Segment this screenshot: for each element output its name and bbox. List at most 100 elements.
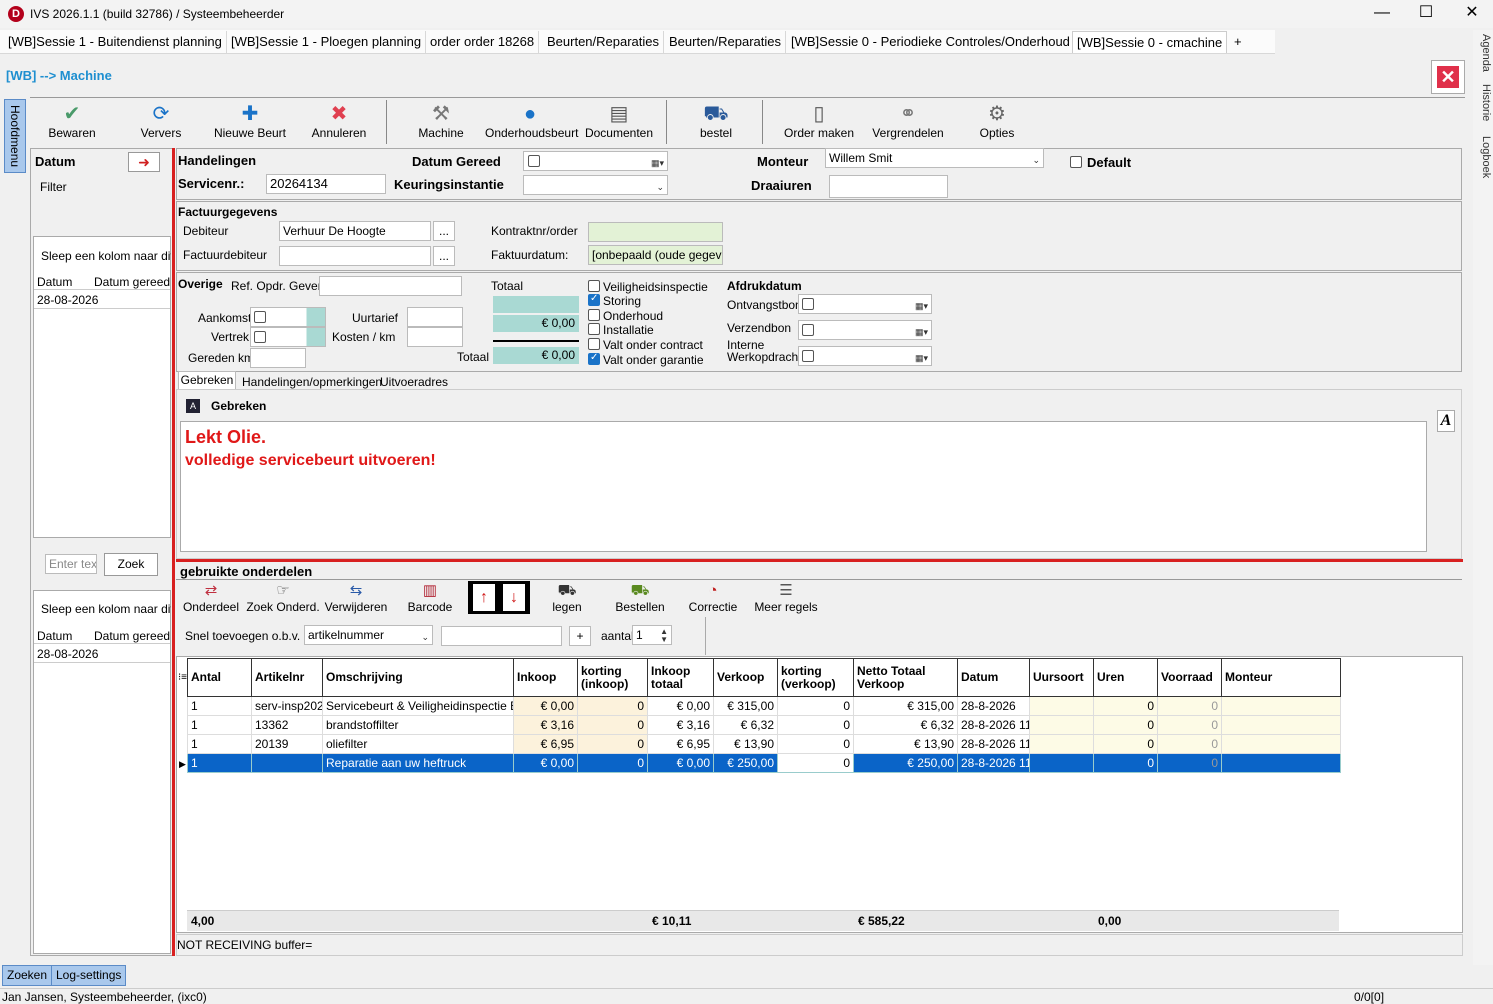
ref-opdr-gever-field[interactable]	[319, 276, 462, 296]
quick-add-plus-button[interactable]: +	[569, 626, 591, 646]
opties-button[interactable]: ⚙ Opties	[952, 102, 1042, 140]
col-verkoop[interactable]: Verkoop	[713, 658, 778, 697]
table-cell[interactable]: € 0,00	[647, 696, 714, 716]
table-cell[interactable]	[1221, 734, 1341, 754]
table-cell[interactable]: 13362	[251, 715, 323, 735]
table-cell[interactable]	[1221, 753, 1341, 773]
table-cell[interactable]: brandstoffilter	[322, 715, 514, 735]
table-cell[interactable]: € 315,00	[713, 696, 778, 716]
valt-onder-contract-checkbox[interactable]	[588, 338, 600, 350]
col-uursoort[interactable]: Uursoort	[1029, 658, 1094, 697]
rail-agenda[interactable]: Agenda	[1480, 34, 1492, 72]
close-window-button[interactable]: ✕	[1452, 3, 1492, 25]
table-cell[interactable]: 1	[187, 753, 252, 773]
table-cell[interactable]: 28-8-2026 11:	[957, 753, 1030, 773]
bewaren-button[interactable]: ✔ Bewaren	[27, 102, 117, 140]
table-cell[interactable]: € 3,16	[513, 715, 578, 735]
table-cell[interactable]: 0	[1093, 753, 1158, 773]
col-aantal[interactable]: Antal	[187, 658, 252, 697]
table-cell[interactable]: € 250,00	[853, 753, 958, 773]
table-cell[interactable]: € 6,95	[647, 734, 714, 754]
table-cell[interactable]: 0	[777, 715, 854, 735]
factuurdebiteur-field[interactable]	[279, 246, 431, 266]
col-uren[interactable]: Uren	[1093, 658, 1158, 697]
valt-onder-garantie-checkbox[interactable]	[588, 352, 600, 365]
col-datum[interactable]: Datum	[957, 658, 1030, 697]
rail-logboek[interactable]: Logboek	[1480, 136, 1492, 178]
table-cell[interactable]: 0	[1157, 715, 1222, 735]
table-row[interactable]: 28-08-2026	[34, 643, 170, 663]
tab-cmachine[interactable]: [WB]Sessie 0 - cmachine	[1072, 31, 1228, 53]
table-cell[interactable]: 0	[1157, 696, 1222, 716]
table-row[interactable]: 28-08-2026	[34, 289, 170, 309]
ontvangstbon-checkbox[interactable]	[802, 298, 814, 310]
table-cell[interactable]	[1029, 715, 1094, 735]
table-row[interactable]: 1 serv-insp202 Servicebeurt & Veiligheidin…	[187, 696, 1341, 716]
table-cell[interactable]	[1029, 753, 1094, 773]
table-cell[interactable]: Reparatie aan uw heftruck	[322, 753, 514, 773]
aankomst-field[interactable]	[250, 307, 326, 327]
tab-gebreken[interactable]: Gebreken	[178, 371, 236, 389]
gereden-km-field[interactable]	[250, 348, 306, 368]
draaiuren-field[interactable]	[829, 175, 948, 198]
table-cell[interactable]: 28-8-2026 11:	[957, 734, 1030, 754]
tab-beurten-reparaties-1[interactable]: Beurten/Reparaties	[543, 31, 665, 53]
meer-regels-button[interactable]: ☰ Meer regels	[741, 582, 831, 614]
rail-historie[interactable]: Historie	[1480, 84, 1492, 121]
table-cell[interactable]: Servicebeurt & Veiligheidinspectie El.	[322, 696, 514, 716]
vertrek-checkbox[interactable]	[254, 331, 266, 343]
machine-button[interactable]: ⚒ Machine	[396, 102, 486, 140]
table-row[interactable]: 1 13362 brandstoffilter € 3,16 0 € 3,16 € 6,32…	[187, 715, 1341, 735]
uurtarief-field[interactable]	[407, 307, 463, 327]
servicenr-field[interactable]: 20264134	[266, 174, 386, 194]
table-cell[interactable]: 0	[777, 696, 854, 716]
documenten-button[interactable]: ▤ Documenten	[574, 102, 664, 140]
table-cell[interactable]: € 0,00	[513, 753, 578, 773]
table-cell[interactable]: 1	[187, 734, 252, 754]
col-voorraad[interactable]: Voorraad	[1157, 658, 1222, 697]
snel-toevoegen-select[interactable]: artikelnummer ⌄	[304, 625, 433, 645]
font-button[interactable]: A	[1437, 410, 1455, 432]
debiteur-lookup-button[interactable]: ...	[433, 221, 455, 241]
table-cell[interactable]: € 13,90	[853, 734, 958, 754]
storing-checkbox[interactable]	[588, 293, 600, 306]
table-cell[interactable]: 0	[577, 696, 648, 716]
table-cell[interactable]	[1221, 715, 1341, 735]
splitter[interactable]	[172, 148, 175, 956]
table-cell[interactable]: serv-insp202	[251, 696, 323, 716]
tab-buitendienst-planning[interactable]: [WB]Sessie 1 - Buitendienst planning	[4, 31, 227, 53]
column-chooser-icon[interactable]: ⁝≡	[178, 672, 187, 683]
table-cell[interactable]: € 3,16	[647, 715, 714, 735]
table-cell[interactable]: 0	[577, 753, 648, 773]
zoek-button[interactable]: Zoek	[104, 553, 158, 576]
veiligheidsinspectie-checkbox[interactable]	[588, 280, 600, 292]
col-datum[interactable]: Datum	[37, 275, 72, 289]
aantal-stepper[interactable]: 1 ▲ ▼	[632, 625, 672, 645]
table-cell[interactable]: 0	[1093, 715, 1158, 735]
col-korting-verkoop[interactable]: korting (verkoop)	[777, 658, 854, 697]
table-cell[interactable]: 0	[777, 734, 854, 754]
arrow-right-button[interactable]: ➜	[128, 152, 160, 172]
kosten-km-field[interactable]	[407, 327, 463, 347]
onderhoudsbeurt-button[interactable]: ● Onderhoudsbeurt	[485, 102, 578, 140]
table-cell[interactable]: 0	[1157, 753, 1222, 773]
nieuwe-beurt-button[interactable]: ✚ Nieuwe Beurt	[205, 102, 295, 140]
table-cell[interactable]: € 6,32	[713, 715, 778, 735]
tab-handelingen-opmerkingen[interactable]: Handelingen/opmerkingen	[242, 375, 382, 389]
search-input[interactable]: Enter text	[45, 554, 97, 574]
zoeken-button[interactable]: Zoeken	[2, 965, 53, 986]
tab-order-18268[interactable]: order order 18268	[426, 31, 540, 53]
col-korting-inkoop[interactable]: korting (inkoop)	[577, 658, 648, 697]
col-monteur[interactable]: Monteur	[1221, 658, 1341, 697]
tab-ploegen-planning[interactable]: [WB]Sessie 1 - Ploegen planning	[227, 31, 427, 53]
vertrek-field[interactable]	[250, 327, 326, 347]
col-artikelnr[interactable]: Artikelnr	[251, 658, 323, 697]
log-settings-button[interactable]: Log-settings	[51, 965, 127, 986]
datum-gereed-field[interactable]: ▦▾	[523, 151, 668, 171]
barcode-button[interactable]: ▥ Barcode	[385, 582, 475, 614]
table-cell[interactable]: € 6,32	[853, 715, 958, 735]
col-netto-totaal[interactable]: Netto Totaal Verkoop	[853, 658, 958, 697]
col-datum[interactable]: Datum	[37, 629, 72, 643]
minimize-button[interactable]: —	[1362, 3, 1402, 25]
table-cell[interactable]: 0	[777, 753, 854, 773]
